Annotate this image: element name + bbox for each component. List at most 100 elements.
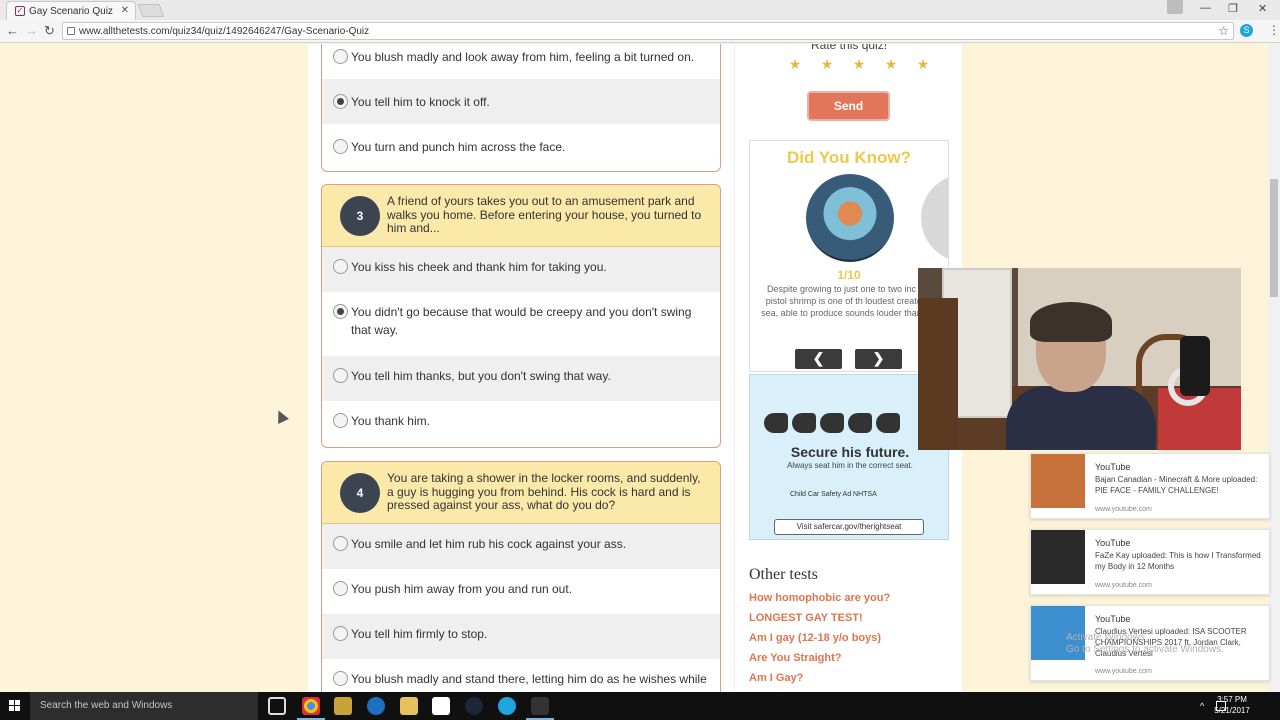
notification-thumbnail — [1031, 454, 1085, 508]
steam-icon[interactable] — [465, 697, 483, 715]
radio-button-selected[interactable] — [333, 304, 348, 319]
other-tests-list: How homophobic are you? LONGEST GAY TEST… — [749, 592, 890, 692]
other-test-link[interactable]: Are You Straight? — [749, 652, 890, 672]
bookmark-star-icon[interactable]: ☆ — [1218, 24, 1229, 38]
answer-label: You tell him thanks, but you don't swing… — [351, 369, 611, 383]
star-icon[interactable]: ★ — [779, 56, 811, 73]
youtube-notification[interactable]: YouTube Bajan Canadian - Minecraft & Mor… — [1030, 453, 1270, 519]
address-bar[interactable]: www.allthetests.com/quiz34/quiz/14926462… — [62, 22, 1234, 40]
taskbar-search-box[interactable]: Search the web and Windows — [30, 692, 258, 720]
notification-app: YouTube — [1095, 462, 1131, 472]
task-view-icon[interactable] — [268, 697, 286, 715]
answer-label: You blush madly and stand there, letting… — [351, 672, 707, 686]
answer-option[interactable]: You push him away from you and run out. — [322, 569, 720, 614]
browser-menu-icon[interactable]: ⋮ — [1268, 23, 1280, 37]
radio-button[interactable] — [333, 413, 348, 428]
window-close-button[interactable]: ✕ — [1258, 2, 1267, 15]
answer-label: You push him away from you and run out. — [351, 582, 573, 596]
notification-thumbnail — [1031, 530, 1085, 584]
cam-dresser — [918, 298, 958, 450]
forward-button[interactable]: → — [25, 23, 38, 38]
other-tests-heading: Other tests — [749, 566, 818, 583]
next-fact-button[interactable]: ❯ — [855, 349, 902, 369]
previous-fact-button[interactable]: ❮ — [795, 349, 842, 369]
windows-start-icon[interactable] — [9, 700, 21, 712]
answer-option[interactable]: You blush madly and look away from him, … — [322, 44, 720, 79]
question-header: 4 You are taking a shower in the locker … — [322, 462, 720, 524]
chrome-icon[interactable] — [302, 697, 320, 715]
microphone-icon — [1180, 336, 1210, 396]
radio-button-selected[interactable] — [333, 94, 348, 109]
answer-option[interactable]: You kiss his cheek and thank him for tak… — [322, 247, 720, 292]
cam-hair — [1030, 302, 1112, 342]
radio-button[interactable] — [333, 139, 348, 154]
app-icon[interactable] — [334, 697, 352, 715]
store-icon[interactable] — [432, 697, 450, 715]
did-you-know-title: Did You Know? — [786, 148, 912, 167]
radio-button[interactable] — [333, 49, 348, 64]
browser-tab[interactable]: ✓ Gay Scenario Quiz ✕ — [6, 1, 136, 20]
radio-button[interactable] — [333, 259, 348, 274]
ad-logos: Child Car Safety Ad NHTSA — [790, 491, 877, 498]
notification-source: www.youtube.com — [1095, 506, 1152, 513]
answer-option[interactable]: You didn't go because that would be cree… — [322, 292, 720, 356]
question-card-4: 4 You are taking a shower in the locker … — [321, 461, 721, 692]
new-tab-button[interactable] — [137, 4, 165, 17]
skype-icon[interactable] — [498, 697, 516, 715]
cam-shirt — [1006, 386, 1156, 450]
edge-icon[interactable] — [367, 697, 385, 715]
notification-source: www.youtube.com — [1095, 582, 1152, 589]
answer-option[interactable]: You blush madly and stand there, letting… — [322, 659, 720, 692]
window-minimize-button[interactable]: — — [1200, 2, 1211, 14]
answer-option[interactable]: You turn and punch him across the face. — [322, 124, 720, 170]
rating-stars: ★ ★ ★ ★ ★ — [779, 56, 939, 74]
radio-button[interactable] — [333, 671, 348, 686]
obs-icon[interactable] — [531, 697, 549, 715]
send-rating-button[interactable]: Send — [807, 91, 890, 121]
ad-subline: Always seat him in the correct seat. — [787, 461, 913, 470]
reload-button[interactable]: ↻ — [44, 23, 55, 39]
scrollbar-thumb[interactable] — [1270, 179, 1278, 297]
radio-button[interactable] — [333, 368, 348, 383]
notification-app: YouTube — [1095, 614, 1131, 624]
star-icon[interactable]: ★ — [875, 56, 907, 73]
answer-label: You didn't go because that would be cree… — [351, 305, 692, 337]
answer-option[interactable]: You smile and let him rub his cock again… — [322, 524, 720, 569]
windows-taskbar: Search the web and Windows ^ 3:57 PM 5/2… — [0, 692, 1280, 720]
answer-option[interactable]: You tell him firmly to stop. — [322, 614, 720, 659]
shrimp-image — [806, 174, 894, 262]
other-test-link[interactable]: Am I gay (12-18 y/o boys) — [749, 632, 890, 652]
star-icon[interactable]: ★ — [843, 56, 875, 73]
youtube-notification[interactable]: YouTube FaZe Kay uploaded: This is how I… — [1030, 529, 1270, 595]
radio-button[interactable] — [333, 536, 348, 551]
ad-link-button[interactable]: Visit safercar.gov/therightseat — [774, 519, 924, 535]
profile-icon[interactable] — [1167, 0, 1183, 14]
star-icon[interactable]: ★ — [907, 56, 939, 73]
back-button[interactable]: ← — [6, 23, 19, 38]
answer-option[interactable]: You thank him. — [322, 401, 720, 447]
other-test-link[interactable]: How homophobic are you? — [749, 592, 890, 612]
quiz-content: You blush madly and look away from him, … — [308, 44, 962, 692]
other-test-link[interactable]: LONGEST GAY TEST! — [749, 612, 890, 632]
system-clock[interactable]: 3:57 PM 5/21/2017 — [1192, 694, 1272, 718]
answer-option[interactable]: You tell him to knock it off. — [322, 79, 720, 124]
notification-message: FaZe Kay uploaded: This is how I Transfo… — [1095, 551, 1261, 571]
file-explorer-icon[interactable] — [400, 697, 418, 715]
page-info-icon[interactable] — [67, 27, 75, 35]
answer-label: You thank him. — [351, 414, 430, 428]
window-restore-button[interactable]: ❐ — [1228, 2, 1238, 15]
question-header: 3 A friend of yours takes you out to an … — [322, 185, 720, 247]
radio-button[interactable] — [333, 581, 348, 596]
tab-close-icon[interactable]: ✕ — [121, 5, 129, 16]
address-url: www.allthetests.com/quiz34/quiz/14926462… — [79, 26, 370, 37]
clock-date: 5/21/2017 — [1214, 706, 1250, 715]
clock-time: 3:57 PM — [1217, 695, 1247, 704]
radio-button[interactable] — [333, 626, 348, 641]
question-card-3: 3 A friend of yours takes you out to an … — [321, 184, 721, 448]
skype-extension-icon[interactable]: S — [1240, 24, 1253, 37]
car-seat-illustration — [764, 405, 924, 441]
answer-option[interactable]: You tell him thanks, but you don't swing… — [322, 356, 720, 401]
answer-label: You turn and punch him across the face. — [351, 140, 566, 154]
star-icon[interactable]: ★ — [811, 56, 843, 73]
other-test-link[interactable]: Am I Gay? — [749, 672, 890, 692]
